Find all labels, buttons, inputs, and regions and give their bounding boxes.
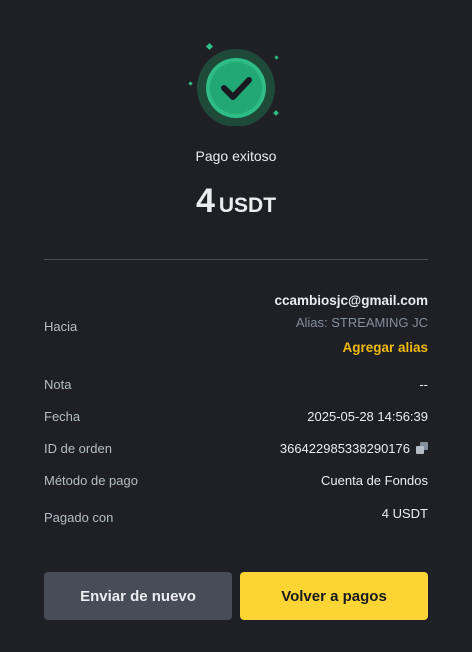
to-label: Hacia: [44, 319, 78, 334]
payment-status-title: Pago exitoso: [195, 148, 277, 164]
order-id-value: 366422985338290176: [279, 441, 410, 456]
order-id-label: ID de orden: [44, 441, 112, 456]
divider: [44, 259, 428, 260]
send-again-button[interactable]: Enviar de nuevo: [44, 572, 232, 620]
date-value: 2025-05-28 14:56:39: [307, 409, 428, 424]
payment-amount: 4 USDT: [0, 182, 472, 221]
amount-value: 4: [195, 182, 215, 220]
recipient-email: ccambiosjc@gmail.com: [274, 293, 428, 308]
payment-method-value: Cuenta de Fondos: [321, 473, 428, 488]
note-value: --: [419, 377, 428, 392]
back-to-payments-button[interactable]: Volver a pagos: [240, 572, 428, 620]
check-circle-icon: [188, 42, 279, 126]
paid-with-label: Pagado con: [44, 510, 114, 525]
paid-with-value: 4 USDT: [381, 506, 428, 521]
payment-method-label: Método de pago: [44, 473, 138, 488]
copy-icon[interactable]: [416, 442, 428, 454]
date-label: Fecha: [44, 409, 81, 424]
payment-success-screen: Pago exitoso 4 USDT Hacia ccambiosjc@gmai…: [0, 0, 472, 652]
add-alias-link[interactable]: Agregar alias: [342, 340, 428, 355]
amount-unit: USDT: [218, 194, 277, 217]
note-label: Nota: [44, 377, 72, 392]
order-id-row: 366422985338290176: [280, 441, 428, 456]
recipient-alias: Alias: STREAMING JC: [295, 315, 428, 330]
